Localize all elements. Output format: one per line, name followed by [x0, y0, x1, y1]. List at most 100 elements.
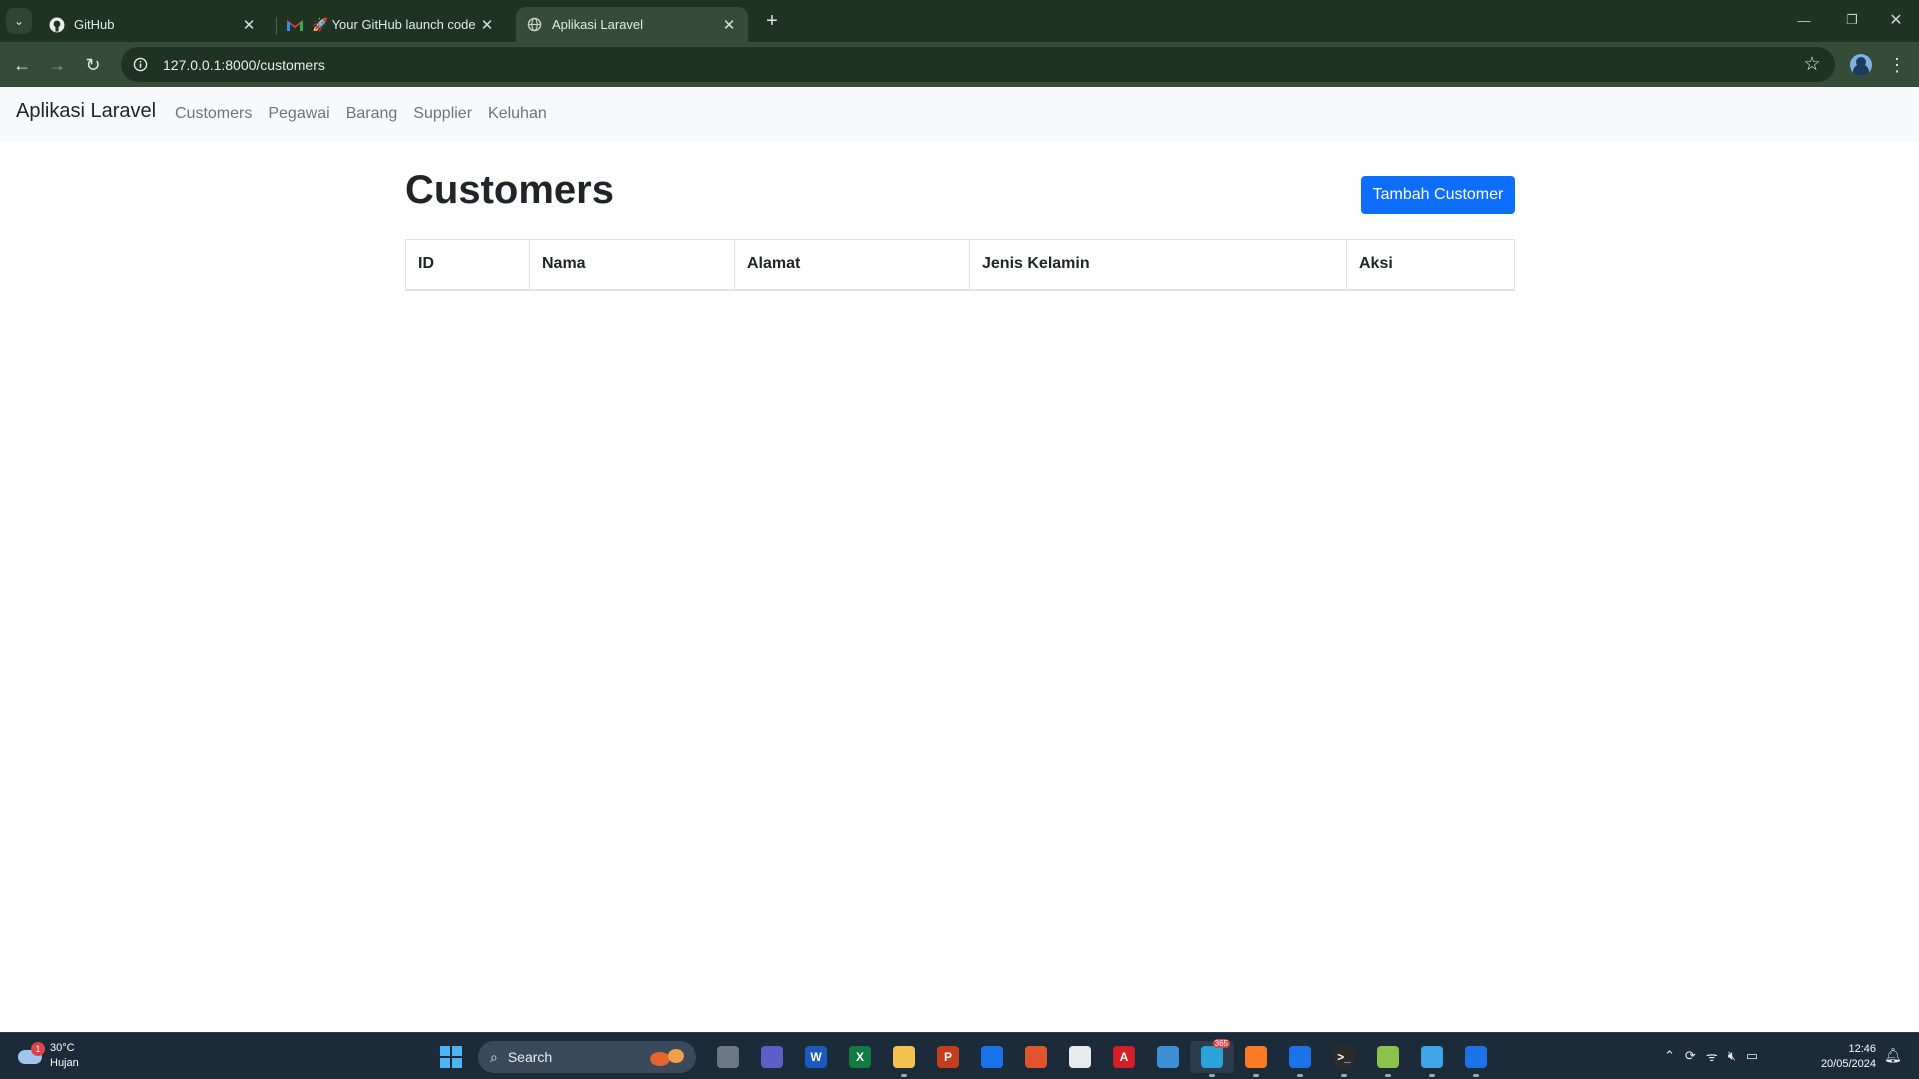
taskbar-app-teams[interactable] [750, 1041, 794, 1073]
acrobat-icon: A [1113, 1046, 1135, 1068]
taskbar-app-chrome[interactable] [970, 1041, 1014, 1073]
nav-link-supplier[interactable]: Supplier [413, 105, 472, 123]
browser-menu-icon[interactable]: ⋮ [1886, 54, 1908, 76]
tab-aplikasi-laravel[interactable]: Aplikasi Laravel ✕ [516, 7, 748, 42]
tab-label: GitHub [74, 17, 115, 32]
running-indicator [1253, 1074, 1259, 1077]
browser-toolbar: ← → ↻ 127.0.0.1:8000/customers ☆ ⋮ [0, 42, 1919, 87]
nav-link-pegawai[interactable]: Pegawai [268, 105, 329, 123]
reload-icon[interactable]: ↻ [78, 50, 108, 80]
chrome-alt-icon [1465, 1046, 1487, 1068]
weather-widget[interactable]: 1 30°C Hujan [16, 1041, 79, 1071]
back-icon[interactable]: ← [7, 50, 37, 80]
close-window-icon[interactable]: ✕ [1876, 6, 1916, 34]
taskbar-app-chrome-alt[interactable] [1454, 1041, 1498, 1077]
address-bar[interactable]: 127.0.0.1:8000/customers ☆ [121, 47, 1835, 82]
table-header-row: ID Nama Alamat Jenis Kelamin Aksi [405, 239, 1515, 291]
tab-label: Aplikasi Laravel [552, 17, 644, 32]
volume-muted-icon[interactable]: 🔇︎ [1728, 1048, 1736, 1064]
taskbar-app-acrobat[interactable]: A [1102, 1041, 1146, 1073]
taskbar-app-recycle[interactable] [1146, 1041, 1190, 1073]
show-hidden-icons-icon[interactable]: ⌃ [1664, 1048, 1675, 1064]
taskbar-app-task-view[interactable] [706, 1041, 750, 1073]
running-indicator [1209, 1074, 1215, 1077]
weather-condition: Hujan [50, 1057, 79, 1069]
column-header-aksi: Aksi [1346, 239, 1515, 291]
notepad-plus-icon [1377, 1046, 1399, 1068]
file-icon [1069, 1046, 1091, 1068]
column-header-nama: Nama [529, 239, 735, 291]
restore-icon[interactable]: ❐ [1832, 6, 1872, 34]
taskbar-app-terminal[interactable]: >_ [1322, 1041, 1366, 1077]
column-header-jenis-kelamin: Jenis Kelamin [969, 239, 1347, 291]
excel-icon: X [849, 1046, 871, 1068]
forward-icon[interactable]: → [42, 50, 72, 80]
teams-icon [761, 1046, 783, 1068]
nav-link-customers[interactable]: Customers [175, 105, 252, 123]
file-explorer-icon [893, 1046, 915, 1068]
taskbar-app-notepad[interactable] [1410, 1041, 1454, 1077]
taskbar-search-box[interactable]: ⌕ Search [478, 1041, 696, 1073]
search-icon: ⌕ [490, 1048, 498, 1065]
office-app-icon [1025, 1046, 1047, 1068]
running-indicator [1297, 1074, 1303, 1077]
tab-label: 🚀 Your GitHub launch code - [312, 16, 478, 32]
navbar-links: Customers Pegawai Barang Supplier Keluha… [175, 105, 563, 123]
browser-tab-strip: ⌄ GitHub ✕ 🚀 Your GitHub launch code - ✕… [0, 0, 1919, 42]
xampp-icon [1245, 1046, 1267, 1068]
app-navbar: Aplikasi Laravel Customers Pegawai Baran… [0, 87, 1919, 143]
system-tray: ⌃ ⟳ ᯤ 🔇︎ ▭ [1664, 1047, 1758, 1065]
close-tab-icon[interactable]: ✕ [478, 16, 496, 34]
taskbar-app-xampp[interactable] [1234, 1041, 1278, 1077]
site-info-icon[interactable] [130, 55, 150, 75]
close-tab-icon[interactable]: ✕ [240, 16, 258, 34]
notification-badge: 1 [31, 1042, 45, 1056]
rain-cloud-icon: 1 [16, 1042, 45, 1070]
taskbar-app-file-explorer[interactable] [882, 1041, 926, 1077]
nav-link-keluhan[interactable]: Keluhan [488, 105, 547, 123]
page-title: Customers [405, 168, 614, 212]
taskbar-app-telegram[interactable]: 365 [1190, 1039, 1234, 1077]
add-customer-button[interactable]: Tambah Customer [1361, 176, 1515, 214]
running-indicator [901, 1074, 907, 1077]
terminal-icon: >_ [1333, 1046, 1355, 1068]
telegram-icon [1201, 1046, 1223, 1068]
navbar-brand[interactable]: Aplikasi Laravel [16, 100, 156, 123]
wifi-icon[interactable]: ᯤ [1706, 1047, 1718, 1065]
profile-avatar-icon[interactable] [1850, 54, 1872, 76]
running-indicator [1385, 1074, 1391, 1077]
taskbar-app-notepad-plus[interactable] [1366, 1041, 1410, 1077]
column-header-alamat: Alamat [734, 239, 970, 291]
bookmark-star-icon[interactable]: ☆ [1801, 53, 1823, 75]
chrome-profile-icon [1289, 1046, 1311, 1068]
clock-time: 12:46 [1848, 1043, 1876, 1055]
tab-github[interactable]: GitHub ✕ [38, 7, 268, 42]
taskbar-app-powerpoint[interactable]: P [926, 1041, 970, 1073]
column-header-id: ID [405, 239, 530, 291]
taskbar-app-word[interactable]: W [794, 1041, 838, 1073]
task-view-icon [717, 1046, 739, 1068]
github-icon [48, 16, 65, 33]
notification-bell-icon[interactable]: 🔔︎ [1884, 1047, 1902, 1064]
battery-icon[interactable]: ▭ [1746, 1048, 1758, 1064]
start-windows-icon[interactable] [440, 1046, 462, 1068]
search-highlight-icon [650, 1049, 684, 1066]
running-indicator [1341, 1074, 1347, 1077]
sync-icon[interactable]: ⟳ [1685, 1048, 1696, 1064]
new-tab-button[interactable]: + [758, 8, 786, 34]
taskbar-app-excel[interactable]: X [838, 1041, 882, 1073]
notepad-icon [1421, 1046, 1443, 1068]
tab-gmail[interactable]: 🚀 Your GitHub launch code - ✕ [276, 7, 506, 42]
taskbar-app-office-app[interactable] [1014, 1041, 1058, 1073]
close-tab-icon[interactable]: ✕ [720, 16, 738, 34]
taskbar-app-file[interactable] [1058, 1041, 1102, 1073]
clock-date: 20/05/2024 [1820, 1058, 1876, 1070]
taskbar-clock[interactable]: 12:46 20/05/2024 [1812, 1042, 1876, 1072]
taskbar-app-list: W X P A 365 >_ [706, 1039, 1498, 1077]
taskbar-app-chrome-profile[interactable] [1278, 1041, 1322, 1077]
word-icon: W [805, 1046, 827, 1068]
minimize-icon[interactable]: — [1784, 6, 1824, 34]
tab-search-button[interactable]: ⌄ [6, 8, 32, 34]
powerpoint-icon: P [937, 1046, 959, 1068]
nav-link-barang[interactable]: Barang [346, 105, 398, 123]
